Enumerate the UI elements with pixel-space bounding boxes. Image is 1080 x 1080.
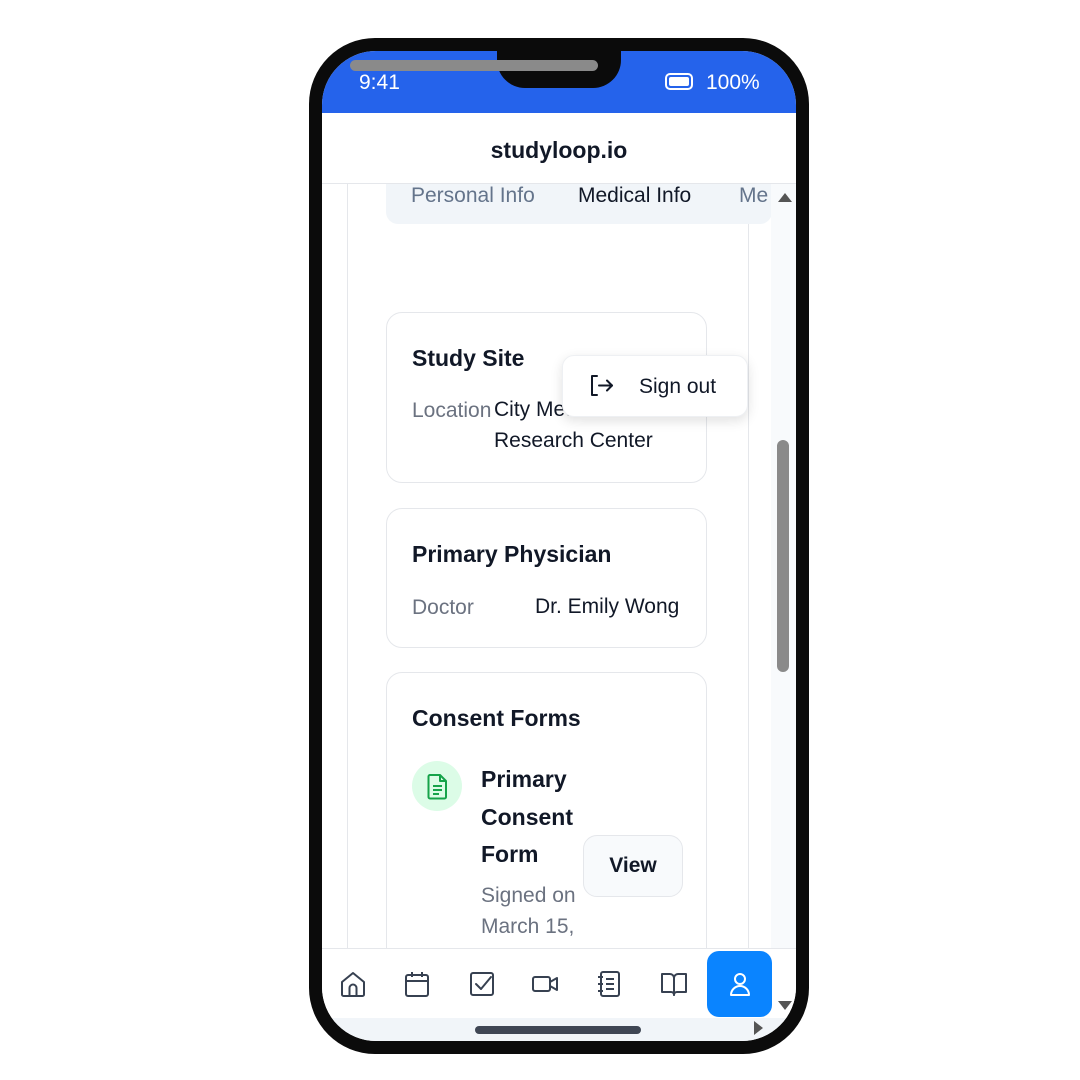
main-content[interactable]: Personal Info Medical Info Me Study Site…	[322, 184, 796, 948]
scroll-right-arrow[interactable]	[754, 1021, 763, 1035]
profile-icon[interactable]	[725, 969, 755, 999]
notebook-icon[interactable]	[594, 969, 624, 999]
battery-percent: 100%	[706, 71, 760, 94]
view-consent-button[interactable]: View	[583, 835, 683, 897]
book-icon[interactable]	[659, 969, 689, 999]
location-value-line2: Research Center	[494, 429, 653, 452]
account-popup-menu: Sign out	[562, 355, 748, 417]
horizontal-scrollbar-thumb[interactable]	[350, 60, 598, 71]
card-title: Consent Forms	[412, 705, 581, 731]
card-title: Study Site	[412, 345, 525, 371]
consent-form-title: Primary Consent Form	[481, 766, 573, 867]
location-label: Location	[412, 399, 492, 422]
bottom-nav	[322, 948, 796, 1019]
home-indicator	[475, 1026, 641, 1034]
tab-bar: Personal Info Medical Info Me	[386, 184, 772, 224]
page-title: studyloop.io	[490, 137, 628, 163]
doctor-label: Doctor	[412, 596, 474, 619]
card-title: Primary Physician	[412, 541, 612, 567]
vertical-scrollbar-thumb[interactable]	[777, 440, 789, 672]
header: studyloop.io	[322, 113, 796, 184]
doctor-value: Dr. Emily Wong	[535, 595, 680, 618]
scroll-up-arrow[interactable]	[778, 193, 792, 202]
status-time: 9:41	[359, 71, 400, 94]
screen: 9:41 100% studyloop.io Personal Info Med…	[322, 51, 796, 1041]
home-icon[interactable]	[338, 969, 368, 999]
scroll-down-arrow[interactable]	[778, 1001, 792, 1010]
calendar-icon[interactable]	[402, 969, 432, 999]
tab-more[interactable]: Me	[739, 184, 768, 208]
document-icon	[412, 761, 462, 811]
primary-physician-card: Primary Physician Doctor Dr. Emily Wong	[386, 508, 707, 648]
sign-out-icon[interactable]	[587, 372, 615, 405]
battery-icon	[665, 73, 693, 90]
tab-medical-info[interactable]: Medical Info	[578, 184, 691, 208]
consent-forms-card: Consent Forms Primary Consent Form Signe…	[386, 672, 707, 948]
consent-signed-date: Signed on March 15, 2025	[481, 884, 576, 948]
sign-out-button[interactable]: Sign out	[639, 375, 716, 399]
nav-item-profile[interactable]	[707, 951, 772, 1017]
checkbox-icon[interactable]	[467, 969, 497, 999]
tab-personal-info[interactable]: Personal Info	[411, 184, 535, 208]
video-icon[interactable]	[530, 969, 560, 999]
phone-frame: 9:41 100% studyloop.io Personal Info Med…	[309, 38, 809, 1054]
